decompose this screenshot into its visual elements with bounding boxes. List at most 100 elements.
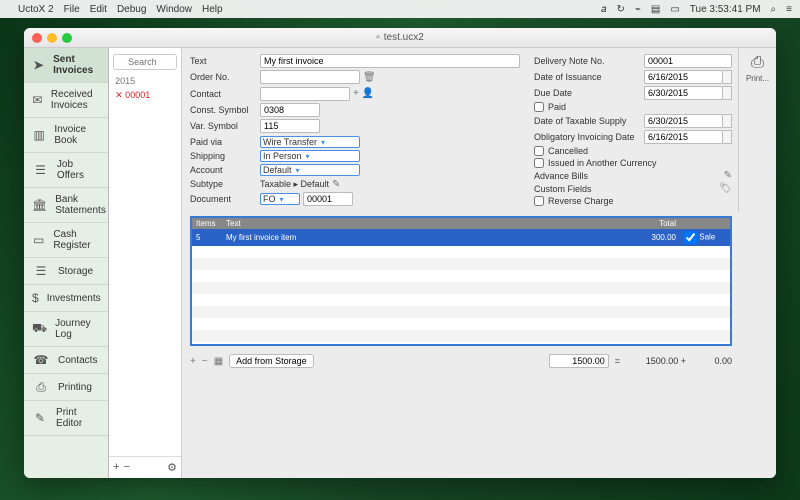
search-icon[interactable]: ⌕: [771, 4, 777, 15]
storage-icon: ☰: [32, 264, 50, 278]
trash-icon[interactable]: 🗑: [363, 72, 376, 83]
const-label: Const. Symbol: [190, 105, 260, 115]
sale-checkbox[interactable]: [684, 231, 697, 244]
stepper-icon[interactable]: [723, 114, 732, 128]
menu-icon[interactable]: ≡: [786, 4, 792, 15]
sidebar-item-invoice-book[interactable]: ▥Invoice Book: [24, 118, 108, 153]
list-item[interactable]: ✕ 00001: [109, 88, 181, 103]
advance-label: Advance Bills: [534, 171, 644, 181]
stepper-icon[interactable]: [723, 130, 732, 144]
sidebar-item-journey-log[interactable]: ⛟Journey Log: [24, 312, 108, 347]
table-row[interactable]: 5 My first invoice item 300.00 Sale: [192, 229, 730, 246]
remove-button[interactable]: −: [124, 461, 130, 474]
list-icon: ☰: [32, 163, 49, 177]
account-select[interactable]: Default: [260, 164, 360, 176]
doc-icon: ▫: [376, 32, 380, 43]
dollar-icon: $: [32, 291, 39, 305]
add-button[interactable]: +: [113, 461, 119, 474]
gear-icon[interactable]: ⚙: [167, 461, 177, 474]
oblig-field[interactable]: [644, 130, 723, 144]
minimize-button[interactable]: [47, 33, 57, 43]
print-icon[interactable]: ⎙: [751, 54, 764, 72]
doc-no-field[interactable]: [303, 192, 353, 206]
order-field[interactable]: [260, 70, 360, 84]
reverse-checkbox[interactable]: [534, 196, 544, 206]
flag-icon[interactable]: ▤: [651, 4, 660, 15]
titlebar: ▫test.ucx2: [24, 28, 776, 48]
due-label: Due Date: [534, 88, 644, 98]
paid-checkbox[interactable]: [534, 102, 544, 112]
tag-icon[interactable]: 🏷: [644, 183, 732, 194]
wifi-icon[interactable]: ⌁: [635, 4, 641, 15]
list-year: 2015: [109, 74, 181, 88]
sidebar-item-sent-invoices[interactable]: ➤Sent Invoices: [24, 48, 108, 83]
due-field[interactable]: [644, 86, 723, 100]
print-label[interactable]: Print...: [746, 74, 769, 83]
sidebar-item-bank-statements[interactable]: 🏛Bank Statements: [24, 188, 108, 223]
clock[interactable]: Tue 3:53:41 PM: [690, 4, 761, 15]
taxable-field[interactable]: [644, 114, 723, 128]
items-table: Items Text Total 5 My first invoice item…: [190, 216, 732, 346]
subtype-value: Taxable ▸ Default: [260, 179, 329, 190]
sidebar-item-print-editor[interactable]: ✎Print Editor: [24, 401, 108, 436]
const-field[interactable]: [260, 103, 320, 117]
sidebar-item-received-invoices[interactable]: ✉Received Invoices: [24, 83, 108, 118]
add-from-storage-button[interactable]: Add from Storage: [229, 354, 314, 368]
paidvia-label: Paid via: [190, 137, 260, 147]
menu-help[interactable]: Help: [202, 4, 223, 15]
maximize-button[interactable]: [62, 33, 72, 43]
bank-icon: 🏛: [32, 198, 47, 212]
refresh-icon[interactable]: ↻: [616, 4, 624, 15]
add-item-button[interactable]: +: [190, 356, 196, 367]
subtype-label: Subtype: [190, 179, 260, 189]
person-icon[interactable]: 👤: [362, 88, 374, 99]
bottom-bar: + − ▦ Add from Storage = 1500.00 + 0.00: [182, 350, 776, 374]
document-label: Document: [190, 194, 260, 204]
plus-icon[interactable]: +: [353, 88, 359, 99]
sidebar: ➤Sent Invoices ✉Received Invoices ▥Invoi…: [24, 48, 109, 478]
stepper-icon[interactable]: [723, 86, 732, 100]
sidebar-item-job-offers[interactable]: ☰Job Offers: [24, 153, 108, 188]
text-label: Text: [190, 56, 260, 66]
sidebar-item-investments[interactable]: $Investments: [24, 285, 108, 312]
book-icon: ▥: [32, 128, 46, 142]
menu-window[interactable]: Window: [156, 4, 192, 15]
paidvia-select[interactable]: Wire Transfer: [260, 136, 360, 148]
close-button[interactable]: [32, 33, 42, 43]
custom-label: Custom Fields: [534, 184, 644, 194]
shipping-select[interactable]: In Person: [260, 150, 360, 162]
sidebar-item-cash-register[interactable]: ▭Cash Register: [24, 223, 108, 258]
text-field[interactable]: [260, 54, 520, 68]
issuance-label: Date of Issuance: [534, 72, 644, 82]
remove-item-button[interactable]: −: [202, 356, 208, 367]
menubar: UctoX 2 File Edit Debug Window Help 𝑎 ↻ …: [0, 0, 800, 18]
doc-type-select[interactable]: FO: [260, 193, 300, 205]
equals: =: [615, 356, 620, 366]
status-italic-icon[interactable]: 𝑎: [601, 4, 606, 15]
search-input[interactable]: [113, 54, 177, 70]
grid-icon[interactable]: ▦: [214, 356, 223, 367]
sidebar-item-printing[interactable]: ⎙Printing: [24, 374, 108, 401]
print-icon: ⎙: [32, 380, 50, 394]
cancelled-checkbox[interactable]: [534, 146, 544, 156]
advance-icon[interactable]: ✎: [644, 170, 732, 181]
var-label: Var. Symbol: [190, 121, 260, 131]
sidebar-item-storage[interactable]: ☰Storage: [24, 258, 108, 285]
app-name[interactable]: UctoX 2: [18, 4, 54, 15]
shipping-label: Shipping: [190, 151, 260, 161]
edit-subtype-icon[interactable]: ✎: [332, 179, 340, 190]
oblig-label: Obligatory Invoicing Date: [534, 132, 644, 142]
contact-field[interactable]: [260, 87, 350, 101]
total-input[interactable]: [549, 354, 609, 368]
menu-debug[interactable]: Debug: [117, 4, 146, 15]
sidebar-item-contacts[interactable]: ☎Contacts: [24, 347, 108, 374]
total-3: 0.00: [692, 356, 732, 366]
delivery-field[interactable]: [644, 54, 732, 68]
var-field[interactable]: [260, 119, 320, 133]
menu-file[interactable]: File: [64, 4, 80, 15]
battery-icon[interactable]: ▭: [670, 4, 679, 15]
menu-edit[interactable]: Edit: [90, 4, 107, 15]
stepper-icon[interactable]: [723, 70, 732, 84]
another-currency-checkbox[interactable]: [534, 158, 544, 168]
issuance-field[interactable]: [644, 70, 723, 84]
